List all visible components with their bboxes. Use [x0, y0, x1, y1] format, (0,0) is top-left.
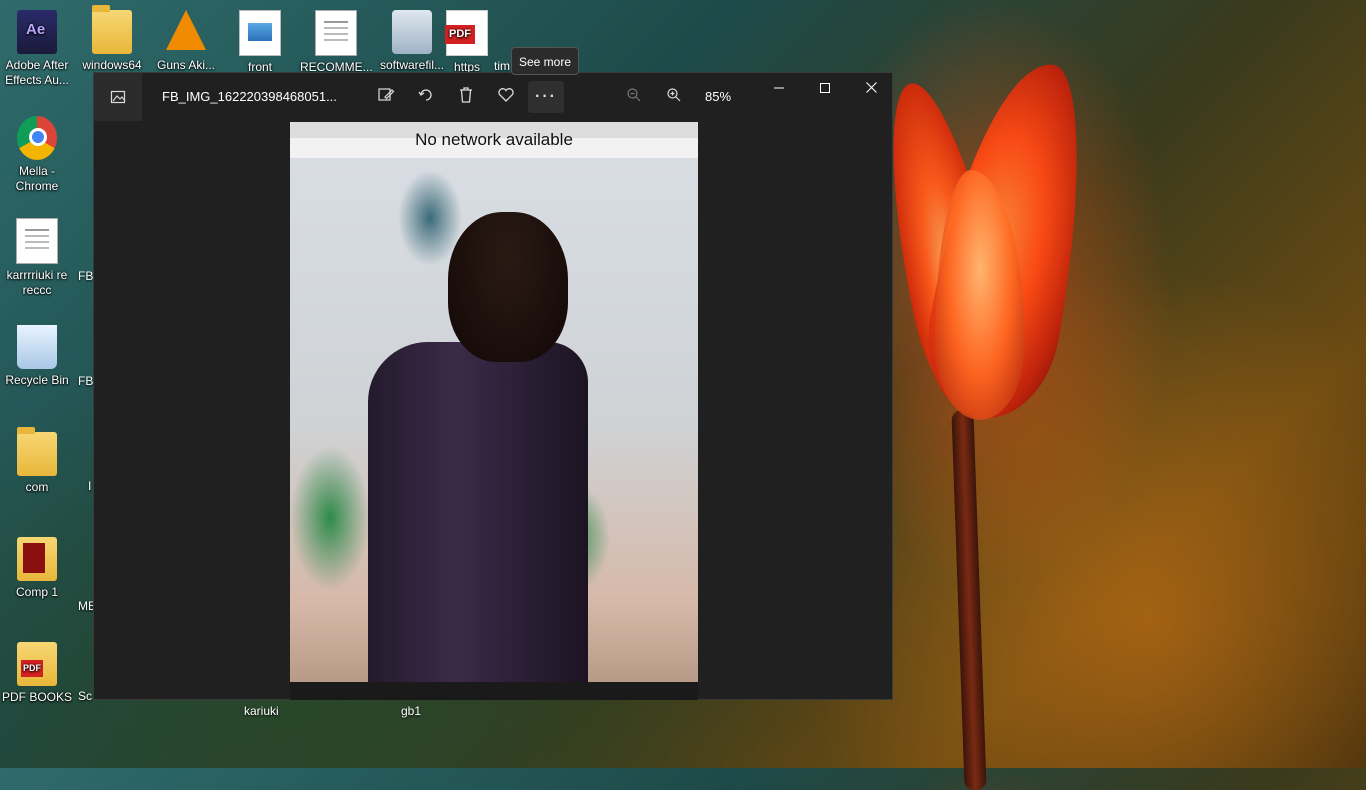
photos-app-icon[interactable]	[94, 73, 142, 121]
edit-button[interactable]	[368, 81, 404, 113]
desktop-icon-comp1[interactable]: Comp 1	[1, 537, 73, 600]
pdf-folder-icon	[17, 642, 57, 686]
photo-person-head	[448, 212, 568, 362]
after-effects-icon	[17, 10, 57, 54]
rotate-button[interactable]	[408, 81, 444, 113]
edit-icon	[377, 86, 395, 109]
desktop-icon-label: Guns Aki...	[156, 58, 216, 72]
wallpaper-tulip-stem	[951, 409, 987, 790]
pdf-icon: PDF	[445, 10, 488, 56]
photo-person	[368, 192, 588, 682]
zoom-level[interactable]: 85%	[705, 89, 731, 104]
maximize-icon	[820, 80, 830, 98]
desktop-icon-label: Adobe After Effects Au...	[5, 58, 69, 87]
desktop-icon-pdf-books[interactable]: PDF BOOKS	[1, 642, 73, 705]
zoom-out-button[interactable]	[616, 81, 652, 113]
chrome-icon	[17, 116, 57, 160]
desktop-icon-recycle-bin[interactable]: Recycle Bin	[1, 325, 73, 388]
desktop-icon-front[interactable]: front	[224, 10, 296, 75]
favorite-button[interactable]	[488, 81, 524, 113]
photo-viewer-image[interactable]: No network available	[290, 122, 698, 700]
desktop-icon-guns-aki[interactable]: Guns Aki...	[150, 10, 222, 73]
desktop-icon-partial[interactable]: I	[88, 479, 91, 493]
delete-button[interactable]	[448, 81, 484, 113]
desktop-icon-label: windows64	[82, 58, 142, 72]
photo-person-coat	[368, 342, 588, 682]
window-title: FB_IMG_162220398468051...	[162, 89, 337, 104]
close-icon	[865, 80, 877, 98]
title-bar[interactable]: FB_IMG_162220398468051... ··· 85%	[94, 73, 892, 121]
zoom-out-icon	[626, 87, 642, 108]
desktop-icon-partial[interactable]: FB	[78, 374, 93, 388]
delete-icon	[458, 86, 474, 109]
zoom-in-icon	[666, 87, 682, 108]
desktop-icon-gb1[interactable]: gb1	[401, 704, 421, 718]
close-button[interactable]	[848, 73, 894, 105]
minimize-button[interactable]	[756, 73, 802, 105]
photo-network-text: No network available	[415, 130, 573, 149]
desktop-icon-label: Mella - Chrome	[15, 164, 59, 193]
desktop-icon-tim[interactable]: tim	[494, 59, 510, 73]
desktop-icon-label: karrrriuki re reccc	[6, 268, 68, 297]
desktop-icon-windows64[interactable]: windows64	[76, 5, 148, 73]
desktop-icon-chrome[interactable]: Mella - Chrome	[1, 116, 73, 194]
see-more-button[interactable]: ···	[528, 81, 564, 113]
desktop-icon-kariuki[interactable]: kariuki	[244, 704, 279, 718]
more-icon: ···	[535, 88, 557, 105]
document-icon	[315, 10, 357, 56]
folder-icon	[92, 5, 132, 54]
zoom-in-button[interactable]	[656, 81, 692, 113]
desktop-icon-partial[interactable]: FB	[78, 269, 93, 283]
desktop-icon-recomme[interactable]: RECOMME...	[300, 10, 373, 75]
image-file-icon	[239, 10, 281, 56]
photos-window: FB_IMG_162220398468051... ··· 85% No net…	[93, 72, 893, 700]
folder-icon	[17, 537, 57, 581]
favorite-icon	[497, 87, 515, 108]
desktop-icon-label: com	[25, 480, 49, 494]
desktop-icon-label: Recycle Bin	[5, 373, 69, 387]
desktop-icon-after-effects[interactable]: Adobe After Effects Au...	[1, 10, 73, 88]
recycle-bin-icon	[17, 325, 57, 369]
desktop-icon-https[interactable]: PDF https	[432, 10, 502, 75]
vlc-icon	[166, 10, 206, 54]
desktop-icon-com[interactable]: com	[1, 427, 73, 495]
folder-icon	[17, 427, 57, 476]
rotate-icon	[417, 86, 435, 109]
maximize-button[interactable]	[802, 73, 848, 105]
document-icon	[16, 218, 58, 264]
desktop-icon-label: PDF BOOKS	[1, 690, 72, 704]
minimize-icon	[774, 80, 784, 98]
desktop-icon-karrrriuki[interactable]: karrrriuki re reccc	[1, 218, 73, 298]
desktop-icon-partial[interactable]: Sc	[78, 689, 92, 703]
installer-icon	[392, 10, 432, 54]
photo-bottom-strip	[290, 682, 698, 700]
see-more-tooltip: See more	[511, 47, 579, 75]
desktop-icon-label: Comp 1	[15, 585, 59, 599]
